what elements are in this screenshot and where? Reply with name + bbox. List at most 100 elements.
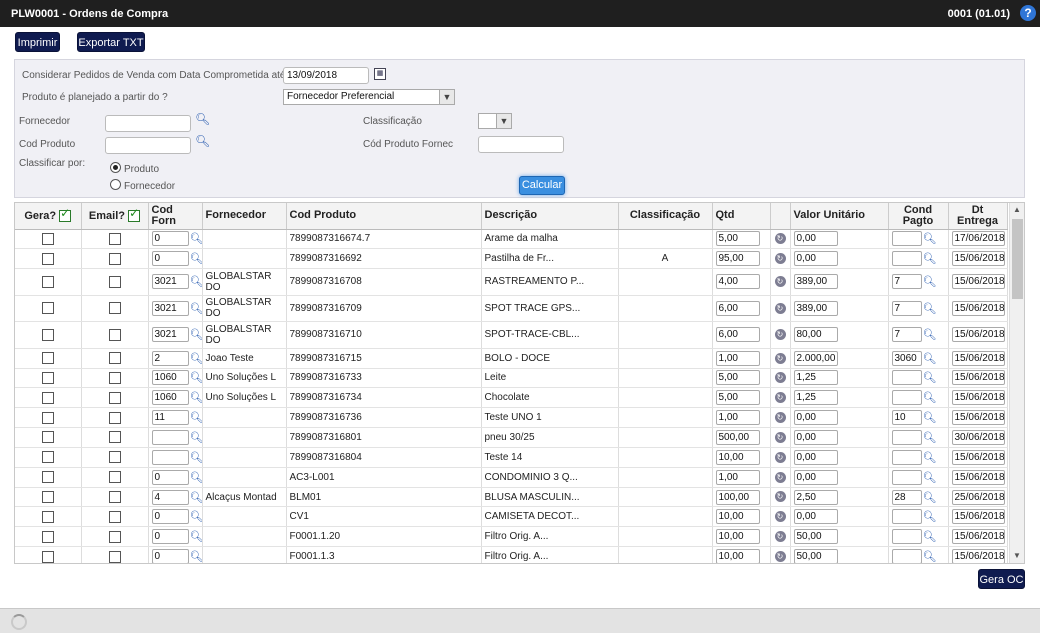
- search-icon[interactable]: 🔍︎: [923, 491, 937, 504]
- gera-checkbox[interactable]: [41, 232, 54, 245]
- refresh-icon[interactable]: ↻: [774, 392, 786, 404]
- gera-checkbox[interactable]: [41, 510, 54, 523]
- cod-produto-input[interactable]: [105, 137, 191, 154]
- valor-unitario-input[interactable]: 0,00: [793, 469, 838, 485]
- dt-entrega-input[interactable]: 15/06/2018: [951, 327, 1005, 343]
- col-fornecedor[interactable]: Fornecedor: [202, 203, 287, 230]
- qtd-input[interactable]: 5,00: [715, 231, 760, 247]
- gera-checkbox[interactable]: [41, 411, 54, 424]
- refresh-icon[interactable]: ↻: [774, 431, 786, 443]
- table-row[interactable]: 0🔍︎AC3-L001CONDOMINIO 3 Q...1,00↻0,00🔍︎1…: [15, 467, 1008, 488]
- scroll-thumb[interactable]: [1012, 219, 1023, 299]
- dt-entrega-input[interactable]: 15/06/2018: [951, 549, 1005, 563]
- dt-entrega-input[interactable]: 15/06/2018: [951, 449, 1005, 465]
- search-icon[interactable]: 🔍︎: [190, 391, 202, 404]
- search-icon[interactable]: 🔍︎: [190, 530, 202, 543]
- dt-entrega-input[interactable]: 30/06/2018: [951, 429, 1005, 445]
- table-row[interactable]: 1060🔍︎Uno Soluções L7899087316733Leite5,…: [15, 368, 1008, 389]
- dt-entrega-input[interactable]: 15/06/2018: [951, 410, 1005, 426]
- valor-unitario-input[interactable]: 50,00: [793, 549, 838, 563]
- search-icon[interactable]: 🔍︎: [190, 471, 202, 484]
- refresh-icon[interactable]: ↻: [774, 253, 786, 265]
- scroll-down-icon[interactable]: ▼: [1010, 549, 1024, 563]
- email-checkbox[interactable]: [108, 530, 121, 543]
- dt-entrega-input[interactable]: 17/06/2018: [951, 231, 1005, 247]
- cond-pagto-input[interactable]: [891, 429, 922, 445]
- email-checkbox[interactable]: [108, 471, 121, 484]
- qtd-input[interactable]: 10,00: [715, 449, 760, 465]
- search-icon[interactable]: 🔍︎: [190, 491, 202, 504]
- qtd-input[interactable]: 1,00: [715, 410, 760, 426]
- refresh-icon[interactable]: ↻: [774, 276, 786, 288]
- cod-forn-input[interactable]: 1060: [151, 370, 189, 386]
- scroll-up-icon[interactable]: ▲: [1010, 203, 1024, 217]
- cond-pagto-input[interactable]: [891, 549, 922, 563]
- table-row[interactable]: 🔍︎ 7899087316801pneu 30/25 500,00 ↻ 0,00 🔍︎ 30…: [15, 427, 1008, 448]
- dt-entrega-input[interactable]: 15/06/2018: [951, 370, 1005, 386]
- cond-pagto-input[interactable]: 7: [891, 300, 922, 316]
- calendar-icon[interactable]: ▦: [374, 68, 386, 80]
- cod-forn-input[interactable]: [151, 449, 189, 465]
- refresh-icon[interactable]: ↻: [774, 511, 786, 523]
- valor-unitario-input[interactable]: 0,00: [793, 410, 838, 426]
- data-comprometida-input[interactable]: 13/09/2018: [283, 67, 369, 84]
- table-row[interactable]: 2🔍︎Joao Teste7899087316715BOLO - DOCE1,0…: [15, 348, 1008, 369]
- qtd-input[interactable]: 5,00: [715, 370, 760, 386]
- gera-checkbox[interactable]: [41, 550, 54, 563]
- cod-forn-input[interactable]: 3021: [151, 327, 189, 343]
- search-icon[interactable]: 🔍︎: [923, 530, 937, 543]
- email-checkbox[interactable]: [108, 411, 121, 424]
- cod-forn-input[interactable]: 3021: [151, 274, 189, 290]
- refresh-icon[interactable]: ↻: [774, 329, 786, 341]
- col-qtd[interactable]: Qtd: [712, 203, 771, 230]
- table-row[interactable]: 3021🔍︎GLOBALSTAR DO7899087316709SPOT TRA…: [15, 295, 1008, 323]
- dt-entrega-input[interactable]: 15/06/2018: [951, 509, 1005, 525]
- search-produto-icon[interactable]: 🔍︎: [195, 134, 210, 148]
- table-row[interactable]: 0🔍︎F0001.1.20Filtro Orig. A...10,00↻50,0…: [15, 526, 1008, 548]
- gera-checkbox[interactable]: [41, 352, 54, 365]
- search-icon[interactable]: 🔍︎: [923, 302, 937, 315]
- refresh-icon[interactable]: ↻: [774, 412, 786, 424]
- search-icon[interactable]: 🔍︎: [923, 451, 937, 464]
- qtd-input[interactable]: 10,00: [715, 549, 760, 563]
- fornecedor-input[interactable]: [105, 115, 191, 132]
- search-icon[interactable]: 🔍︎: [190, 302, 202, 315]
- search-icon[interactable]: 🔍︎: [923, 371, 937, 384]
- search-icon[interactable]: 🔍︎: [923, 328, 937, 341]
- search-icon[interactable]: 🔍︎: [923, 232, 937, 245]
- qtd-input[interactable]: 10,00: [715, 509, 760, 525]
- cod-forn-input[interactable]: 3021: [151, 300, 189, 316]
- search-icon[interactable]: 🔍︎: [923, 275, 937, 288]
- table-row[interactable]: 1060🔍︎Uno Soluções L7899087316734Chocola…: [15, 387, 1008, 409]
- qtd-input[interactable]: 4,00: [715, 274, 760, 290]
- search-icon[interactable]: 🔍︎: [923, 352, 937, 365]
- cond-pagto-input[interactable]: [891, 529, 922, 545]
- cond-pagto-input[interactable]: [891, 370, 922, 386]
- search-icon[interactable]: 🔍︎: [923, 550, 937, 563]
- cod-forn-input[interactable]: 0: [151, 469, 189, 485]
- cod-forn-input[interactable]: 0: [151, 251, 189, 267]
- dt-entrega-input[interactable]: 15/06/2018: [951, 300, 1005, 316]
- valor-unitario-input[interactable]: 0,00: [793, 429, 838, 445]
- gera-all-checkbox[interactable]: [59, 208, 72, 222]
- col-classificacao[interactable]: Classificação: [618, 203, 713, 230]
- valor-unitario-input[interactable]: 2.000,00: [793, 350, 838, 366]
- search-icon[interactable]: 🔍︎: [923, 471, 937, 484]
- search-icon[interactable]: 🔍︎: [190, 352, 202, 365]
- qtd-input[interactable]: 1,00: [715, 469, 760, 485]
- cod-forn-input[interactable]: 0: [151, 231, 189, 247]
- email-checkbox[interactable]: [108, 328, 121, 341]
- email-checkbox[interactable]: [108, 491, 121, 504]
- email-checkbox[interactable]: [108, 550, 121, 563]
- gera-checkbox[interactable]: [41, 371, 54, 384]
- cod-forn-input[interactable]: 0: [151, 509, 189, 525]
- cond-pagto-input[interactable]: 3060: [891, 350, 922, 366]
- cond-pagto-input[interactable]: [891, 390, 922, 406]
- gera-checkbox[interactable]: [41, 530, 54, 543]
- email-checkbox[interactable]: [108, 371, 121, 384]
- gera-checkbox[interactable]: [41, 391, 54, 404]
- print-button[interactable]: Imprimir: [15, 32, 60, 52]
- email-checkbox[interactable]: [108, 510, 121, 523]
- email-checkbox[interactable]: [108, 302, 121, 315]
- cond-pagto-input[interactable]: [891, 449, 922, 465]
